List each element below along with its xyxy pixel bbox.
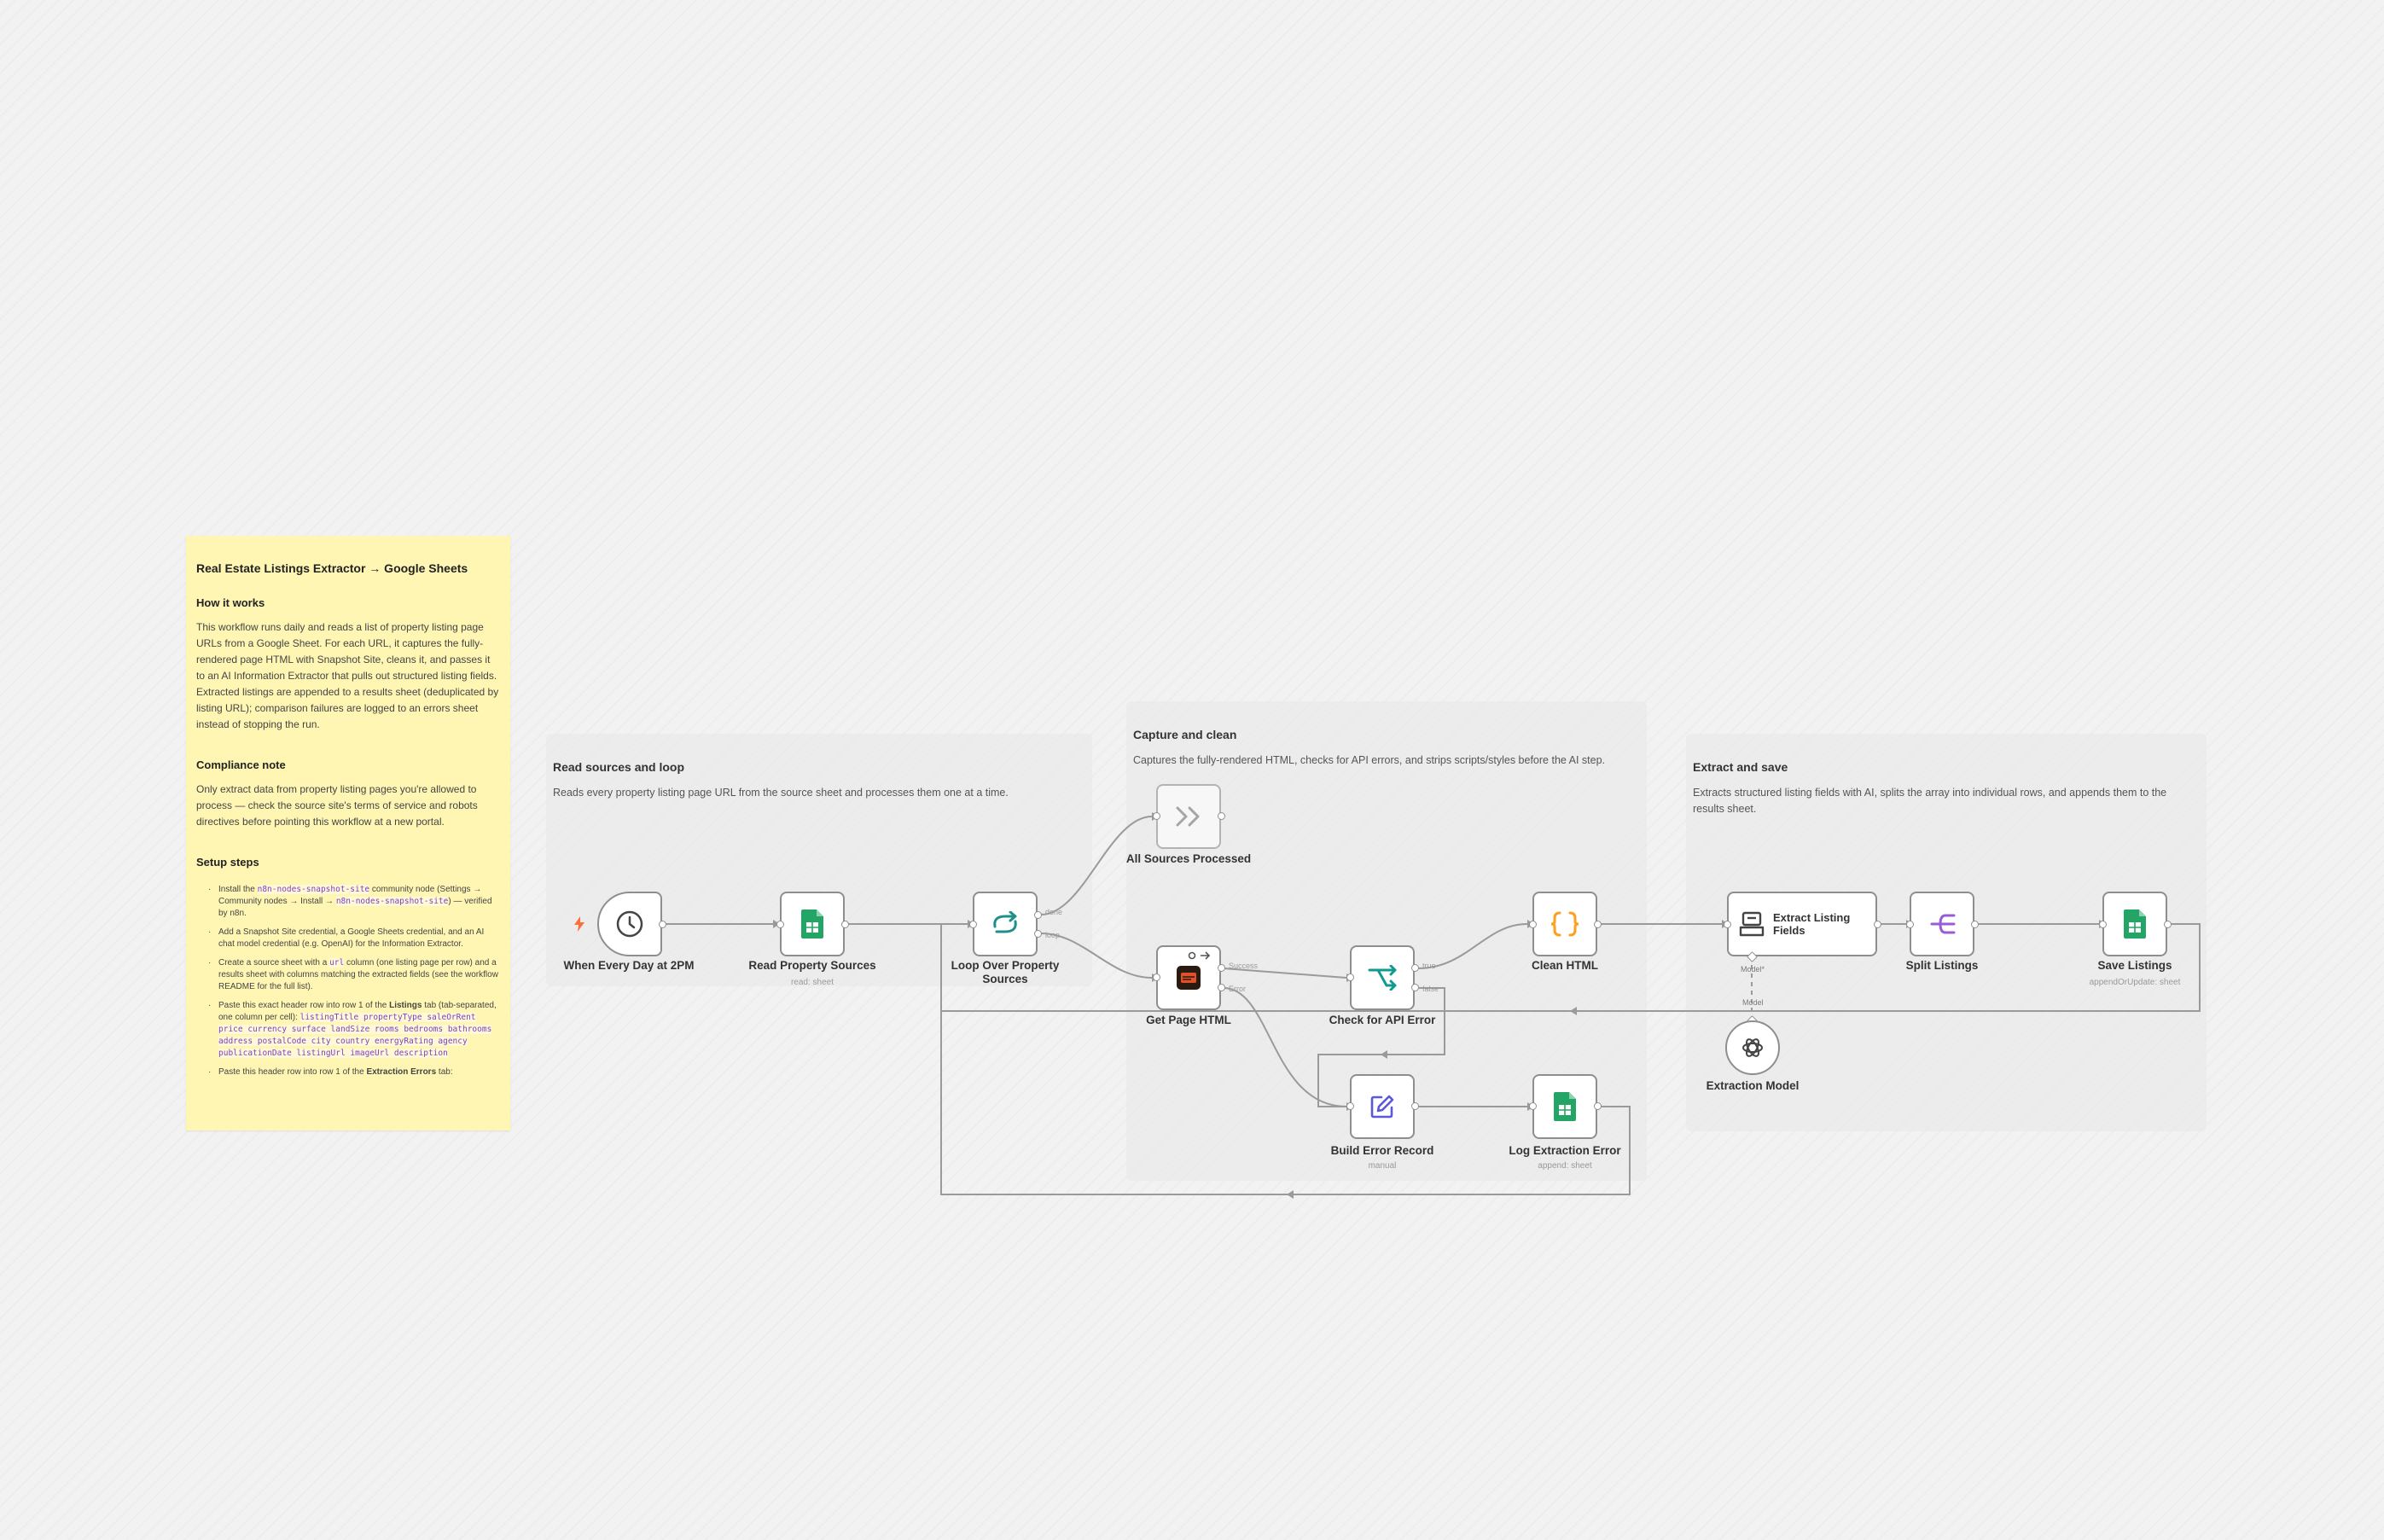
node-schedule-trigger[interactable] — [597, 892, 662, 956]
output-label-loop: loop — [1045, 931, 1061, 939]
node-save-listings[interactable] — [2102, 892, 2167, 956]
output-label-success: Success — [1229, 962, 1259, 970]
input-port[interactable] — [1906, 921, 1914, 928]
output-port[interactable] — [1594, 1102, 1602, 1110]
output-label-true: true — [1422, 962, 1436, 970]
node-extract-listing-fields[interactable]: Extract Listing Fields — [1727, 892, 1877, 956]
input-port[interactable] — [1153, 812, 1160, 820]
no-op-icon — [1176, 806, 1200, 827]
node-badge-icon — [1188, 951, 1211, 960]
output-port-true[interactable] — [1411, 964, 1419, 972]
node-label: When Every Day at 2PM — [563, 959, 695, 972]
node-extraction-model[interactable] — [1725, 1020, 1780, 1075]
connections-layer — [662, 812, 2201, 1199]
node-build-error-record[interactable] — [1350, 1074, 1415, 1139]
connection — [1223, 987, 1347, 1107]
model-port-label: Model — [1742, 998, 1764, 1007]
node-split-listings[interactable] — [1910, 892, 1974, 956]
node-label: Save Listings — [2097, 959, 2172, 972]
google-sheets-icon — [801, 909, 823, 939]
if-icon — [1368, 965, 1397, 991]
input-port[interactable] — [1724, 921, 1731, 928]
node-label: Check for API Error — [1329, 1014, 1436, 1026]
input-port[interactable] — [1529, 921, 1537, 928]
output-port-false[interactable] — [1411, 984, 1419, 991]
input-port[interactable] — [1529, 1102, 1537, 1110]
output-port[interactable] — [1411, 1102, 1419, 1110]
node-label: Clean HTML — [1531, 959, 1599, 972]
node-log-extraction-error[interactable] — [1532, 1074, 1597, 1139]
node-subtitle: manual — [1368, 1161, 1397, 1171]
input-port[interactable] — [1346, 973, 1354, 981]
node-label: Log Extraction Error — [1509, 1144, 1621, 1157]
input-port[interactable] — [969, 921, 977, 928]
node-check-for-api-error[interactable] — [1350, 945, 1415, 1010]
split-out-icon — [1930, 914, 1956, 934]
output-port[interactable] — [1874, 921, 1881, 928]
output-port-error[interactable] — [1218, 984, 1225, 991]
input-port[interactable] — [1346, 1102, 1354, 1110]
input-port[interactable] — [2099, 921, 2107, 928]
node-label: Read Property Sources — [748, 959, 876, 972]
node-label: Extract Listing Fields — [1773, 911, 1851, 937]
code-icon — [1550, 911, 1579, 937]
connection — [940, 1011, 1631, 1195]
node-read-property-sources[interactable] — [780, 892, 845, 956]
output-port-loop[interactable] — [1034, 930, 1042, 938]
node-label: Get Page HTML — [1146, 1014, 1231, 1026]
model-port-label: Model* — [1741, 965, 1765, 973]
clock-icon — [616, 910, 643, 938]
output-port[interactable] — [1971, 921, 1979, 928]
output-port[interactable] — [659, 921, 666, 928]
node-label: All Sources Processed — [1125, 852, 1252, 865]
google-sheets-icon — [1554, 1092, 1576, 1121]
input-port[interactable] — [1153, 973, 1160, 981]
node-loop-over-property-sources[interactable] — [973, 892, 1038, 956]
node-label: Extraction Model — [1706, 1079, 1800, 1092]
snapshot-site-icon — [1177, 966, 1201, 990]
node-label: Build Error Record — [1330, 1144, 1434, 1157]
output-port[interactable] — [1594, 921, 1602, 928]
output-label-false: false — [1422, 985, 1439, 993]
information-extractor-icon — [1739, 911, 1765, 937]
edit-icon — [1370, 1095, 1394, 1119]
output-port-done[interactable] — [1034, 911, 1042, 919]
node-label: Loop Over Property Sources — [951, 959, 1060, 985]
output-port-success[interactable] — [1218, 964, 1225, 972]
node-label: Split Listings — [1905, 959, 1979, 972]
trigger-bolt-icon — [574, 916, 584, 932]
node-clean-html[interactable] — [1532, 892, 1597, 956]
google-sheets-icon — [2124, 909, 2146, 939]
loop-icon — [993, 911, 1017, 933]
output-port[interactable] — [841, 921, 849, 928]
node-subtitle: read: sheet — [790, 978, 834, 987]
node-subtitle: append: sheet — [1538, 1161, 1592, 1171]
output-port[interactable] — [2164, 921, 2172, 928]
input-port[interactable] — [776, 921, 784, 928]
node-subtitle: appendOrUpdate: sheet — [2089, 978, 2181, 987]
openai-icon — [1742, 1038, 1763, 1057]
node-all-sources-processed[interactable] — [1156, 784, 1221, 849]
output-label-error: Error — [1229, 985, 1246, 993]
output-label-done: done — [1045, 908, 1063, 916]
output-port[interactable] — [1218, 812, 1225, 820]
